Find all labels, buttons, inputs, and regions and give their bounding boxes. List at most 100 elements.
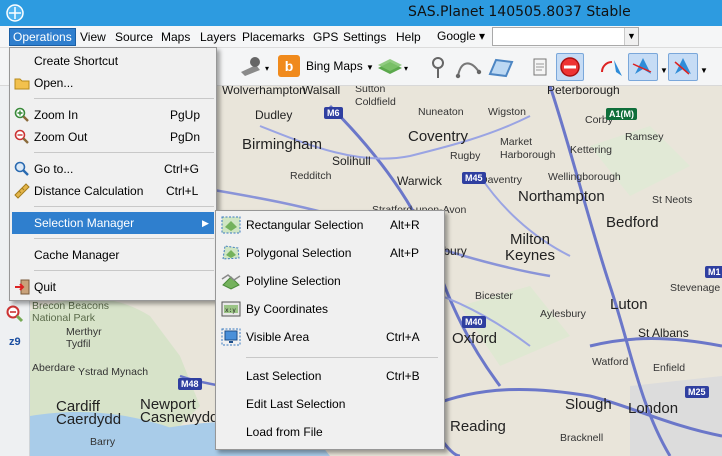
submenu-item-polyline-selection[interactable]: Polyline Selection [218, 270, 442, 292]
menu-item-selection-manager[interactable]: Selection Manager ▶ [12, 212, 214, 234]
menu-item-zoom-in[interactable]: Zoom In PgUp [12, 104, 214, 126]
map-label-oxford: Oxford [452, 330, 498, 347]
map-label-wigston: Wigston [488, 106, 526, 118]
zoom-out-icon[interactable] [5, 304, 25, 324]
map-label-northampton: Northampton [518, 188, 605, 205]
map-label-st-neots: St Neots [652, 194, 693, 206]
menu-layers[interactable]: Layers [197, 28, 239, 46]
road-shield-m1: M1 [705, 266, 722, 278]
submenu-item-edit-last-selection[interactable]: Edit Last Selection [218, 393, 442, 415]
search-provider-label: Google [437, 29, 476, 43]
map-label-luton: Luton [610, 296, 648, 313]
submenu-item-label: By Coordinates [246, 302, 329, 316]
submenu-item-polygonal-selection[interactable]: Polygonal Selection Alt+P [218, 242, 442, 264]
map-label-redditch: Redditch [290, 170, 332, 182]
map-label-bicester: Bicester [475, 290, 513, 302]
map-source-selector[interactable]: b Bing Maps ▼ [278, 54, 374, 80]
ruler-icon [14, 183, 30, 199]
map-label-cardiff: Cardiff Caerdydd [56, 398, 122, 428]
road-shield-m48: M48 [178, 378, 202, 390]
map-label-watford: Watford [592, 356, 629, 368]
submenu-item-by-coordinates[interactable]: x:y By Coordinates [218, 298, 442, 320]
gps-icon[interactable] [598, 56, 626, 80]
map-label-st-albans: St Albans [638, 326, 689, 340]
submenu-item-label: Visible Area [246, 330, 310, 344]
map-label-slough: Slough [565, 396, 612, 413]
menu-item-create-shortcut[interactable]: Create Shortcut [12, 50, 214, 72]
menu-separator [34, 238, 214, 239]
placemark-icon[interactable] [428, 56, 448, 80]
map-label-walsall: Walsall [302, 86, 341, 97]
menu-item-quit[interactable]: Quit [12, 276, 214, 298]
submenu-item-label: Rectangular Selection [246, 218, 364, 232]
notes-icon[interactable] [530, 56, 550, 80]
search-provider-dropdown[interactable]: Google ▾ [437, 29, 485, 43]
polygon-select-icon [222, 245, 240, 260]
map-label-milton-keynes: Milton Keynes [504, 231, 556, 264]
menu-source[interactable]: Source [112, 28, 156, 46]
menu-maps[interactable]: Maps [158, 28, 193, 46]
gps-track-button[interactable] [628, 53, 658, 81]
menu-gps[interactable]: GPS [310, 28, 341, 46]
map-label-aylesbury: Aylesbury [540, 308, 586, 320]
map-label-brecon-beacons: Brecon Beacons National Park [32, 300, 110, 324]
map-label-barry: Barry [90, 436, 116, 448]
submenu-item-label: Edit Last Selection [246, 397, 346, 411]
menu-item-go-to[interactable]: Go to... Ctrl+G [12, 158, 214, 180]
map-label-wellingborough: Wellingborough [548, 171, 621, 183]
polygon-icon[interactable] [486, 56, 516, 80]
menu-item-zoom-out[interactable]: Zoom Out PgDn [12, 126, 214, 148]
map-label-bracknell: Bracknell [560, 432, 604, 444]
submenu-item-rectangular-selection[interactable]: Rectangular Selection Alt+R [218, 214, 442, 236]
road-shield-m45: M45 [462, 172, 486, 184]
window-title: SAS.Planet 140505.8037 Stable [408, 4, 631, 20]
svg-text:▾: ▾ [404, 64, 408, 73]
map-label-birmingham: Birmingham [242, 136, 323, 153]
selection-manager-submenu: Rectangular Selection Alt+R Polygonal Se… [215, 210, 445, 450]
search-history-dropdown[interactable]: ▼ [624, 28, 638, 45]
menu-operations[interactable]: Operations [9, 28, 76, 46]
path-icon[interactable] [455, 56, 483, 80]
svg-text:x:y: x:y [225, 307, 236, 314]
menu-item-cache-manager[interactable]: Cache Manager [12, 244, 214, 266]
menu-item-distance-calculation[interactable]: Distance Calculation Ctrl+L [12, 180, 214, 202]
menu-settings[interactable]: Settings [340, 28, 389, 46]
submenu-item-shortcut: Ctrl+A [386, 330, 420, 344]
road-shield-m40: M40 [462, 316, 486, 328]
gps-center-button[interactable] [668, 53, 698, 81]
menu-item-shortcut: Ctrl+L [166, 184, 199, 198]
satellite-icon[interactable]: ▾ [238, 56, 272, 78]
submenu-item-label: Polyline Selection [246, 274, 341, 288]
menu-bar: Operations View Source Maps Layers Place… [0, 26, 722, 48]
submenu-item-visible-area[interactable]: Visible Area Ctrl+A [218, 326, 442, 348]
menu-item-label: Zoom In [34, 108, 79, 122]
submenu-item-label: Load from File [246, 425, 323, 439]
monitor-icon [221, 328, 241, 346]
gps-dropdown-icon[interactable]: ▼ [660, 66, 668, 75]
submenu-arrow-icon: ▶ [202, 218, 209, 228]
search-icon [14, 161, 29, 176]
map-label-peterborough: Peterborough [547, 86, 620, 97]
submenu-item-last-selection[interactable]: Last Selection Ctrl+B [218, 365, 442, 387]
gps-center-icon [674, 58, 691, 75]
map-label-market-harborough: Market Harborough [500, 136, 556, 161]
map-label-nuneaton: Nuneaton [418, 106, 464, 118]
menu-item-label: Quit [34, 280, 57, 294]
menu-item-label: Create Shortcut [34, 54, 119, 68]
menu-view[interactable]: View [77, 28, 109, 46]
map-label-daventry: Daventry [480, 174, 523, 186]
map-label-ramsey: Ramsey [625, 131, 664, 143]
submenu-item-load-from-file[interactable]: Load from File [218, 421, 442, 443]
stop-download-button[interactable] [556, 53, 584, 81]
map-label-coventry: Coventry [408, 128, 469, 145]
map-label-merthyr-tydfil: Merthyr Tydfil [66, 326, 102, 350]
layers-icon[interactable]: ▾ [376, 56, 412, 78]
menu-item-label: Selection Manager [34, 216, 135, 230]
menu-item-open[interactable]: Open... [12, 72, 214, 94]
gps-center-dropdown-icon[interactable]: ▼ [700, 66, 708, 75]
search-input[interactable]: ▼ [492, 27, 639, 46]
menu-placemarks[interactable]: Placemarks [239, 28, 308, 46]
submenu-item-shortcut: Ctrl+B [386, 369, 420, 383]
menu-help[interactable]: Help [393, 28, 424, 46]
menu-separator [34, 98, 214, 99]
